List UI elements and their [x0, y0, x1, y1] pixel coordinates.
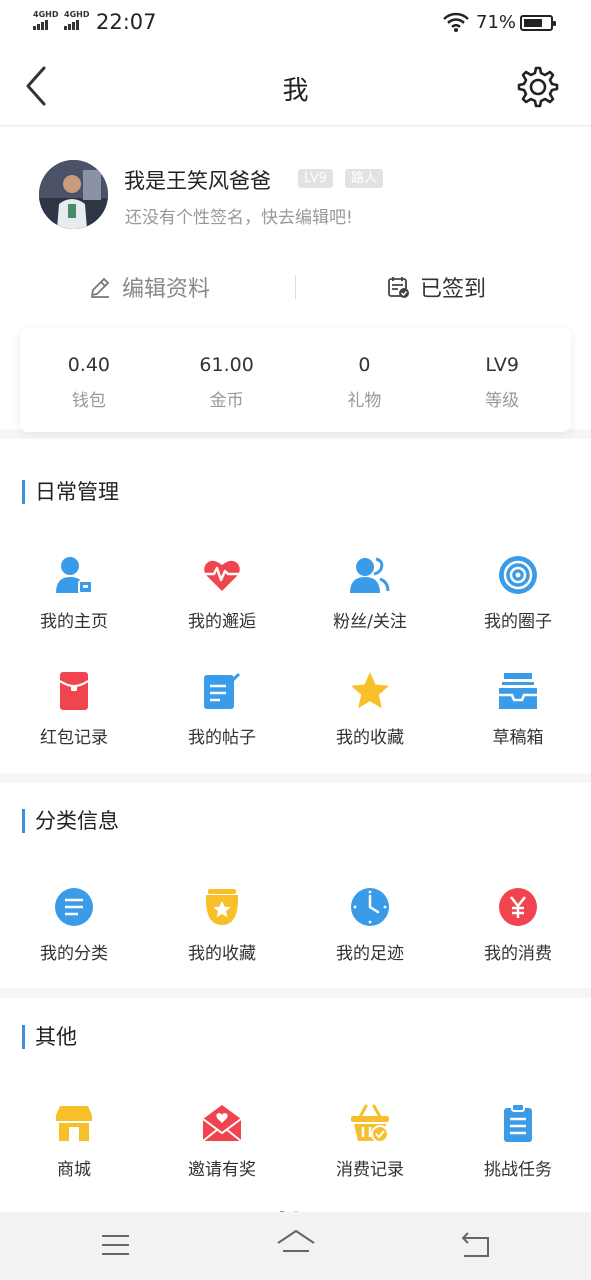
level-badge: LV9	[298, 169, 333, 188]
stat-value: 61.00	[199, 354, 254, 376]
stats-card: 0.40 钱包 61.00 金币 0 礼物 LV9 等级	[20, 328, 571, 432]
menu-icon[interactable]	[101, 1233, 130, 1257]
sim1-label: 4GHD	[33, 10, 59, 19]
grid-item-label: 邀请有奖	[188, 1160, 256, 1180]
grid-item-red-envelope[interactable]: 红包记录	[0, 671, 148, 748]
stat-value: 0.40	[67, 354, 111, 376]
stat-label: 钱包	[71, 391, 106, 411]
section-title: 分类信息	[22, 809, 119, 833]
edit-profile-label: 编辑资料	[122, 277, 211, 302]
rank-badge: 路人	[345, 169, 384, 188]
section-title: 日常管理	[22, 480, 119, 504]
invite-envelope-icon	[202, 1105, 242, 1142]
home-icon[interactable]	[276, 1229, 316, 1259]
grid-item-label: 我的收藏	[188, 944, 256, 964]
grid-item-footprint[interactable]: 我的足迹	[296, 887, 444, 964]
grid-item-encounter[interactable]: 我的邂逅	[148, 555, 296, 632]
grid-item-category-favorites[interactable]: 我的收藏	[148, 887, 296, 964]
grid-item-label: 我的邂逅	[188, 612, 256, 632]
section-title: 其他	[22, 1025, 77, 1049]
back-icon[interactable]	[460, 1232, 491, 1258]
clock: 22:07	[96, 10, 157, 34]
checkin-label: 已签到	[420, 277, 487, 302]
stat-gifts[interactable]: 0 礼物	[296, 328, 434, 432]
grid-item-my-category[interactable]: 我的分类	[0, 887, 148, 964]
grid-item-label: 红包记录	[40, 728, 108, 748]
grid-item-label: 我的主页	[40, 612, 108, 632]
stat-label: 等级	[485, 391, 520, 411]
battery-icon	[520, 15, 556, 31]
stat-label: 礼物	[347, 391, 382, 411]
section-category: 分类信息 我的分类 我的收藏 我的足迹 我的消费	[0, 783, 591, 988]
stat-wallet[interactable]: 0.40 钱包	[20, 328, 158, 432]
grid-item-challenges[interactable]: 挑战任务	[444, 1103, 591, 1180]
grid-item-spend-records[interactable]: 消费记录	[296, 1103, 444, 1180]
top-nav-bar: 我	[0, 46, 591, 126]
star-icon	[351, 672, 389, 709]
grid-item-drafts[interactable]: 草稿箱	[444, 671, 591, 748]
heartbeat-icon	[204, 560, 240, 591]
grid-item-label: 粉丝/关注	[333, 612, 407, 632]
status-bar: 4GHD 4GHD 22:07 71%	[0, 0, 591, 46]
grid-item-label: 草稿箱	[492, 728, 544, 748]
checkin-button[interactable]: 已签到	[386, 267, 486, 307]
clock-icon	[351, 888, 389, 926]
basket-icon	[351, 1104, 389, 1143]
profile-card: 我是王笑风爸爸 LV9 路人 还没有个性签名，快去编辑吧! 编辑资料 已签到 0…	[0, 127, 591, 432]
grid-item-circle[interactable]: 我的圈子	[444, 555, 591, 632]
profile-actions: 编辑资料 已签到	[0, 267, 591, 307]
stat-value: 0	[358, 354, 371, 376]
grid-item-label: 商城	[57, 1160, 91, 1180]
page-title: 我	[282, 76, 309, 106]
grid-item-store[interactable]: 商城	[0, 1103, 148, 1180]
target-icon	[499, 556, 537, 594]
grid-item-label: 我的收藏	[336, 728, 404, 748]
wifi-icon	[443, 12, 469, 32]
signal-sim2-icon: 4GHD	[64, 10, 89, 30]
grid-item-label: 我的分类	[40, 944, 108, 964]
users-icon	[350, 557, 390, 593]
divider	[295, 275, 296, 299]
user-card-icon	[56, 557, 93, 594]
signal-sim1-icon: 4GHD	[33, 10, 58, 30]
grid-item-favorites[interactable]: 我的收藏	[296, 671, 444, 748]
grid-item-label: 我的消费	[484, 944, 552, 964]
star-box-icon	[206, 889, 238, 925]
battery-percent: 71%	[476, 12, 517, 33]
section-other: 其他 商城 邀请有奖 消费记录 挑战任务	[0, 998, 591, 1212]
stat-coins[interactable]: 61.00 金币	[158, 328, 296, 432]
signature-text[interactable]: 还没有个性签名，快去编辑吧!	[125, 203, 353, 228]
grid-item-fans[interactable]: 粉丝/关注	[296, 555, 444, 632]
yen-icon	[499, 888, 537, 926]
grid-item-label: 消费记录	[336, 1160, 404, 1180]
edit-profile-button[interactable]: 编辑资料	[88, 267, 210, 307]
grid-item-invite[interactable]: 邀请有奖	[148, 1103, 296, 1180]
grid-item-label: 我的圈子	[484, 612, 552, 632]
grid-item-label: 挑战任务	[484, 1160, 552, 1180]
red-envelope-icon	[59, 672, 89, 710]
stat-value: LV9	[485, 354, 519, 376]
gear-icon[interactable]	[515, 64, 561, 110]
grid-item-posts[interactable]: 我的帖子	[148, 671, 296, 748]
store-icon	[56, 1106, 92, 1141]
grid-item-consumption[interactable]: 我的消费	[444, 887, 591, 964]
list-icon	[55, 888, 93, 926]
section-daily: 日常管理 我的主页 我的邂逅 粉丝/关注 我的圈子 红包记录 我的帖子 我的收藏…	[0, 439, 591, 773]
grid-item-homepage[interactable]: 我的主页	[0, 555, 148, 632]
grid-item-label: 我的足迹	[336, 944, 404, 964]
grid-item-label: 我的帖子	[188, 728, 256, 748]
stat-level[interactable]: LV9 等级	[433, 328, 571, 432]
post-edit-icon	[204, 672, 241, 709]
system-nav-bar	[0, 1212, 591, 1280]
sim2-label: 4GHD	[64, 10, 90, 19]
username: 我是王笑风爸爸	[124, 169, 271, 193]
calendar-check-icon	[388, 277, 409, 298]
pencil-icon	[91, 278, 109, 298]
avatar[interactable]	[39, 160, 108, 229]
inbox-icon	[499, 673, 537, 709]
clipboard-icon	[504, 1103, 532, 1142]
stat-label: 金币	[209, 391, 244, 411]
